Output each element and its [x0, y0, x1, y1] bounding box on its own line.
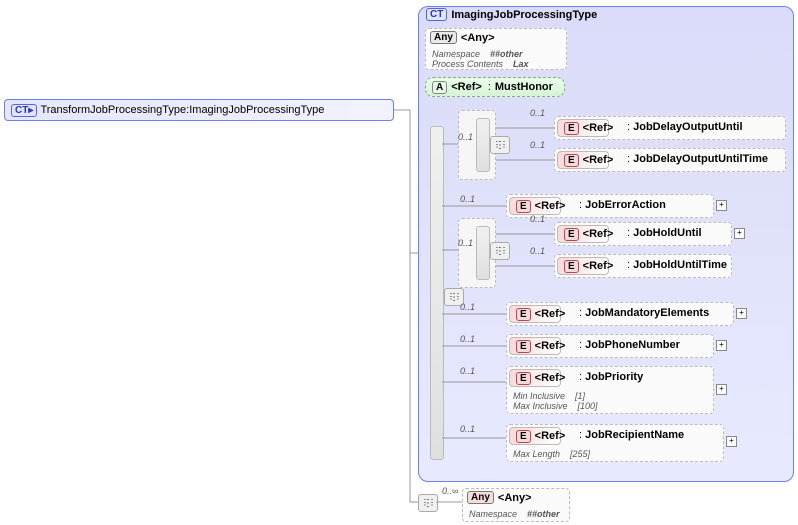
attr-ref: <Ref> — [451, 81, 482, 93]
e9-content: : JobRecipientName — [579, 429, 684, 441]
a-chip: A — [432, 81, 447, 94]
attr-musthonor: A <Ref> : MustHonor — [425, 77, 565, 97]
attr-name: MustHonor — [495, 81, 553, 93]
ct-chip: CT▸ — [11, 104, 37, 117]
ct-chip: CT — [426, 8, 447, 21]
bottom-seq-icon: ⋮⋮ — [418, 494, 438, 512]
e-chip: E — [564, 228, 579, 241]
e7-wrap: E <Ref> : JobPhoneNumber — [506, 334, 714, 358]
e3-ref: <Ref> — [535, 200, 566, 212]
e3-card: 0..1 — [460, 194, 475, 204]
group-2-seq — [476, 226, 490, 280]
e7-expand-icon[interactable]: + — [716, 340, 727, 351]
e-chip: E — [516, 430, 531, 443]
e-chip: E — [564, 122, 579, 135]
e-chip: E — [564, 154, 579, 167]
e6-ref: <Ref> — [535, 308, 566, 320]
bottom-any-label: <Any> — [498, 492, 532, 504]
main-sequence — [430, 126, 444, 460]
e4-ref: <Ref> — [583, 228, 614, 240]
e2-card: 0..1 — [530, 140, 545, 150]
e2-content: : JobDelayOutputUntilTime — [627, 153, 768, 165]
e-chip: E — [516, 308, 531, 321]
e9-maxlen: Max Length[255] — [513, 449, 590, 459]
group-1-card: 0..1 — [458, 132, 473, 142]
e3-content: : JobErrorAction — [579, 199, 666, 211]
attr-colon: : — [488, 81, 491, 93]
e8-card: 0..1 — [460, 366, 475, 376]
group-2-card: 0..1 — [458, 238, 473, 248]
any-top-label: <Any> — [461, 32, 495, 44]
ct-root-box: CT▸ TransformJobProcessingType : Imaging… — [4, 99, 394, 121]
e8-min: Min Inclusive[1] — [513, 391, 585, 401]
e8-expand-icon[interactable]: + — [716, 384, 727, 395]
e1-ref: <Ref> — [583, 122, 614, 134]
e5-content: : JobHoldUntilTime — [627, 259, 727, 271]
bottom-any-card: 0..∞ — [442, 486, 458, 496]
e1-wrap: E <Ref> : JobDelayOutputUntil — [554, 116, 786, 140]
group-1-icon: ⋮⋮ — [490, 136, 510, 154]
e-chip: E — [516, 372, 531, 385]
group-2-icon: ⋮⋮ — [490, 242, 510, 260]
any-chip: Any — [467, 491, 494, 504]
bottom-any-ns: Namespace##other — [469, 509, 560, 519]
any-top-wrap: Any <Any> Namespace##other Process Conte… — [425, 28, 567, 70]
e-chip: E — [564, 260, 579, 273]
e4-card: 0..1 — [530, 214, 545, 224]
e9-ref: <Ref> — [535, 430, 566, 442]
e6-expand-icon[interactable]: + — [736, 308, 747, 319]
bottom-any-wrap: Any <Any> Namespace##other — [462, 488, 570, 522]
e8-ref: <Ref> — [535, 372, 566, 384]
e8-content: : JobPriority — [579, 371, 643, 383]
e9-card: 0..1 — [460, 424, 475, 434]
e6-content: : JobMandatoryElements — [579, 307, 709, 319]
e7-card: 0..1 — [460, 334, 475, 344]
e6-card: 0..1 — [460, 302, 475, 312]
e6-wrap: E <Ref> : JobMandatoryElements — [506, 302, 734, 326]
e3-expand-icon[interactable]: + — [716, 200, 727, 211]
e4-wrap: E <Ref> : JobHoldUntil — [554, 222, 732, 246]
e7-content: : JobPhoneNumber — [579, 339, 680, 351]
e7-ref: <Ref> — [535, 340, 566, 352]
e1-card: 0..1 — [530, 108, 545, 118]
e-chip: E — [516, 340, 531, 353]
e1-content: : JobDelayOutputUntil — [627, 121, 743, 133]
e9-wrap: E <Ref> : JobRecipientName Max Length[25… — [506, 424, 724, 462]
any-top-ns: Namespace##other — [432, 49, 523, 59]
e-chip: E — [516, 200, 531, 213]
ct-container-header: CT ImagingJobProcessingType — [426, 8, 597, 21]
e5-ref: <Ref> — [583, 260, 614, 272]
group-1-seq — [476, 118, 490, 172]
e2-wrap: E <Ref> : JobDelayOutputUntilTime — [554, 148, 786, 172]
e9-expand-icon[interactable]: + — [726, 436, 737, 447]
any-top-pc: Process ContentsLax — [432, 59, 529, 69]
e2-ref: <Ref> — [583, 154, 614, 166]
root-type-left: TransformJobProcessingType — [40, 104, 186, 116]
ct-container-title: ImagingJobProcessingType — [451, 9, 597, 21]
e4-expand-icon[interactable]: + — [734, 228, 745, 239]
e5-wrap: E <Ref> : JobHoldUntilTime — [554, 254, 732, 278]
any-chip: Any — [430, 31, 457, 44]
e8-max: Max Inclusive[100] — [513, 401, 598, 411]
e4-content: : JobHoldUntil — [627, 227, 702, 239]
root-type-right: ImagingJobProcessingType — [189, 104, 324, 116]
e5-card: 0..1 — [530, 246, 545, 256]
e8-wrap: E <Ref> : JobPriority Min Inclusive[1] M… — [506, 366, 714, 414]
